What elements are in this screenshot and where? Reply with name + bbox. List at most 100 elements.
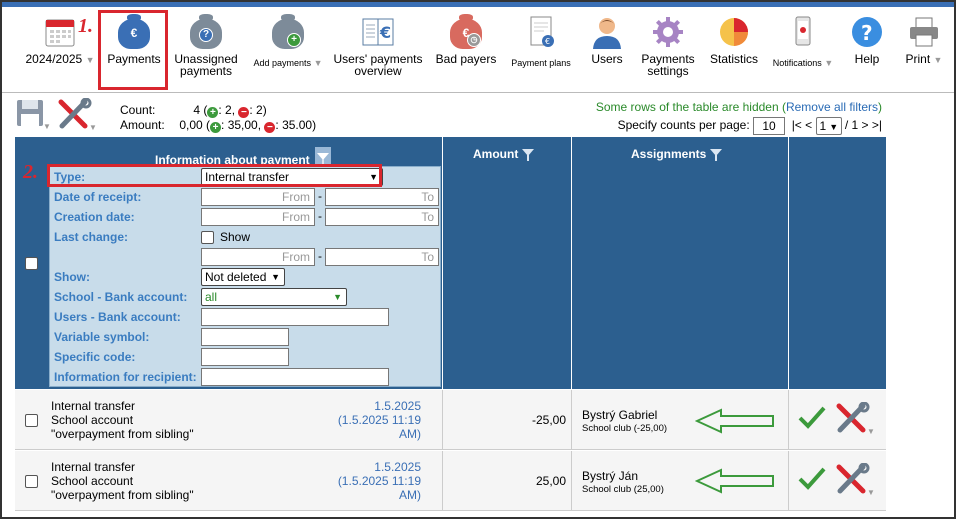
information-for-recipient-label: Information for recipient: — [54, 370, 197, 384]
minus-icon: − — [238, 107, 250, 118]
select-all-checkbox[interactable] — [25, 257, 38, 270]
hidden-rows-notice: Some rows of the table are hidden (Remov… — [596, 100, 882, 114]
assignment-club: School club (-25,00) — [582, 423, 668, 434]
plus-icon: + — [207, 107, 219, 118]
hidden-rows-close: ) — [878, 100, 882, 114]
receipt-from-input[interactable]: From — [201, 188, 315, 206]
assignment: Bystrý Ján School club (25,00) — [582, 469, 664, 497]
notifications-button[interactable]: Notifications ▼ — [768, 15, 838, 68]
chevron-down-icon: ▼ — [824, 58, 834, 68]
school-year-label: 2024/2025 — [25, 52, 83, 66]
type-filter-highlight-box — [47, 164, 382, 187]
payment-date: 1.5.2025 — [374, 399, 421, 413]
payment-date: 1.5.2025 — [374, 460, 421, 474]
creation-from-input[interactable]: From — [201, 208, 315, 226]
filter-icon[interactable] — [522, 149, 535, 161]
save-icon[interactable]: ▼ — [16, 99, 51, 131]
last-change-show-checkbox[interactable] — [201, 231, 214, 244]
unassigned-payments-button[interactable]: ? Unassigned payments — [170, 14, 242, 77]
svg-text:▼: ▼ — [867, 488, 875, 497]
ledger-euro-icon: € — [361, 15, 395, 49]
date-of-receipt-label: Date of receipt: — [54, 190, 142, 204]
column-divider — [442, 137, 443, 389]
table-header: Information about payment Amount Assignm… — [15, 137, 886, 389]
step-one-marker: 1. — [78, 15, 93, 37]
pager-next[interactable]: > >| — [862, 118, 882, 132]
arrow-left-icon — [694, 408, 777, 437]
column-header-assignments[interactable]: Assignments — [631, 147, 723, 161]
chevron-down-icon: ▼ — [313, 58, 323, 68]
assignment-person[interactable]: Bystrý Gabriel — [582, 408, 667, 422]
bad-payers-button[interactable]: € ◷ Bad payers — [432, 14, 500, 65]
column-header-amount[interactable]: Amount — [473, 147, 535, 161]
row-checkbox[interactable] — [25, 414, 38, 427]
information-for-recipient-input[interactable] — [201, 368, 389, 386]
tools-icon[interactable]: ▼ — [835, 401, 877, 439]
table-row[interactable]: Internal transfer School account "overpa… — [15, 451, 886, 511]
svg-text:€: € — [379, 23, 391, 42]
assignment: Bystrý Gabriel School club (-25,00) — [582, 408, 667, 436]
column-divider — [571, 390, 572, 449]
column-header-amount-label: Amount — [473, 147, 519, 161]
variable-symbol-input[interactable] — [201, 328, 289, 346]
page-select[interactable]: 1 ▼ — [815, 117, 842, 135]
page-select-value: 1 — [819, 119, 827, 133]
checkmark-icon[interactable] — [797, 404, 827, 433]
help-button[interactable]: ? Help — [846, 15, 888, 65]
help-icon: ? — [850, 15, 884, 49]
assignment-person[interactable]: Bystrý Ján — [582, 469, 664, 483]
pager-prev[interactable]: |< < — [792, 118, 812, 132]
minus-icon: − — [264, 122, 276, 133]
chevron-down-icon: ▼ — [829, 122, 839, 132]
specific-code-input[interactable] — [201, 348, 289, 366]
per-page-input[interactable]: 10 — [753, 117, 786, 135]
school-bank-account-select[interactable]: all ▼ — [201, 288, 347, 306]
add-payments-button[interactable]: + Add payments ▼ — [248, 14, 328, 68]
chevron-down-icon: ▼ — [333, 292, 342, 302]
checkmark-icon[interactable] — [797, 465, 827, 494]
payment-plans-button[interactable]: € Payment plans — [506, 15, 576, 68]
school-bank-account-label: School - Bank account: — [54, 290, 188, 304]
print-button[interactable]: Print ▼ — [898, 15, 950, 66]
payments-settings-button[interactable]: Payments settings — [636, 15, 700, 77]
step-two-marker: 2. — [23, 161, 38, 183]
users-payments-overview-button[interactable]: € Users' payments overview — [330, 15, 426, 77]
count-row: Count: 4 (+: 2, −: 2) — [120, 103, 316, 118]
table-row[interactable]: Internal transfer School account "overpa… — [15, 390, 886, 450]
amount-row: Amount: 0,00 (+: 35,00, −: 35.00) — [120, 118, 316, 133]
gear-icon — [651, 15, 685, 49]
add-payments-label: Add payments — [253, 58, 312, 68]
users-payments-overview-label: Users' payments overview — [333, 52, 423, 78]
tools-icon[interactable]: ▼ — [835, 462, 877, 500]
payment-datetime: (1.5.2025 11:19 AM) — [337, 474, 421, 502]
statistics-button[interactable]: Statistics — [706, 15, 762, 65]
receipt-to-input[interactable]: To — [325, 188, 439, 206]
amount-value: 0,00 ( — [179, 118, 211, 132]
tools-icon[interactable]: ▼ — [57, 97, 99, 132]
chevron-down-icon: ▼ — [85, 55, 95, 65]
school-bank-account-value: all — [205, 290, 218, 304]
calendar-icon — [43, 15, 77, 49]
payment-type: Internal transfer — [51, 460, 136, 474]
show-label: Show: — [54, 270, 90, 284]
svg-text:▼: ▼ — [43, 122, 50, 131]
column-header-assignments-label: Assignments — [631, 147, 707, 161]
users-button[interactable]: Users — [586, 15, 628, 65]
creation-to-input[interactable]: To — [325, 208, 439, 226]
users-bank-account-input[interactable] — [201, 308, 389, 326]
last-change-to-input[interactable]: To — [325, 248, 439, 266]
last-change-from-input[interactable]: From — [201, 248, 315, 266]
payment-dates: 1.5.2025 (1.5.2025 11:19 AM) — [315, 399, 421, 441]
last-change-label: Last change: — [54, 230, 129, 244]
users-bank-account-label: Users - Bank account: — [54, 310, 181, 324]
payment-plans-label: Payment plans — [511, 58, 571, 68]
payment-note: "overpayment from sibling" — [51, 427, 194, 441]
show-select[interactable]: Not deleted ▼ — [201, 268, 285, 286]
row-checkbox[interactable] — [25, 475, 38, 488]
user-icon — [590, 15, 624, 49]
summary-info: Count: 4 (+: 2, −: 2) Amount: 0,00 (+: 3… — [120, 103, 316, 133]
statistics-label: Statistics — [709, 52, 758, 66]
remove-all-filters-link[interactable]: Remove all filters — [786, 100, 878, 114]
column-divider — [442, 451, 443, 510]
filter-icon[interactable] — [710, 149, 723, 161]
